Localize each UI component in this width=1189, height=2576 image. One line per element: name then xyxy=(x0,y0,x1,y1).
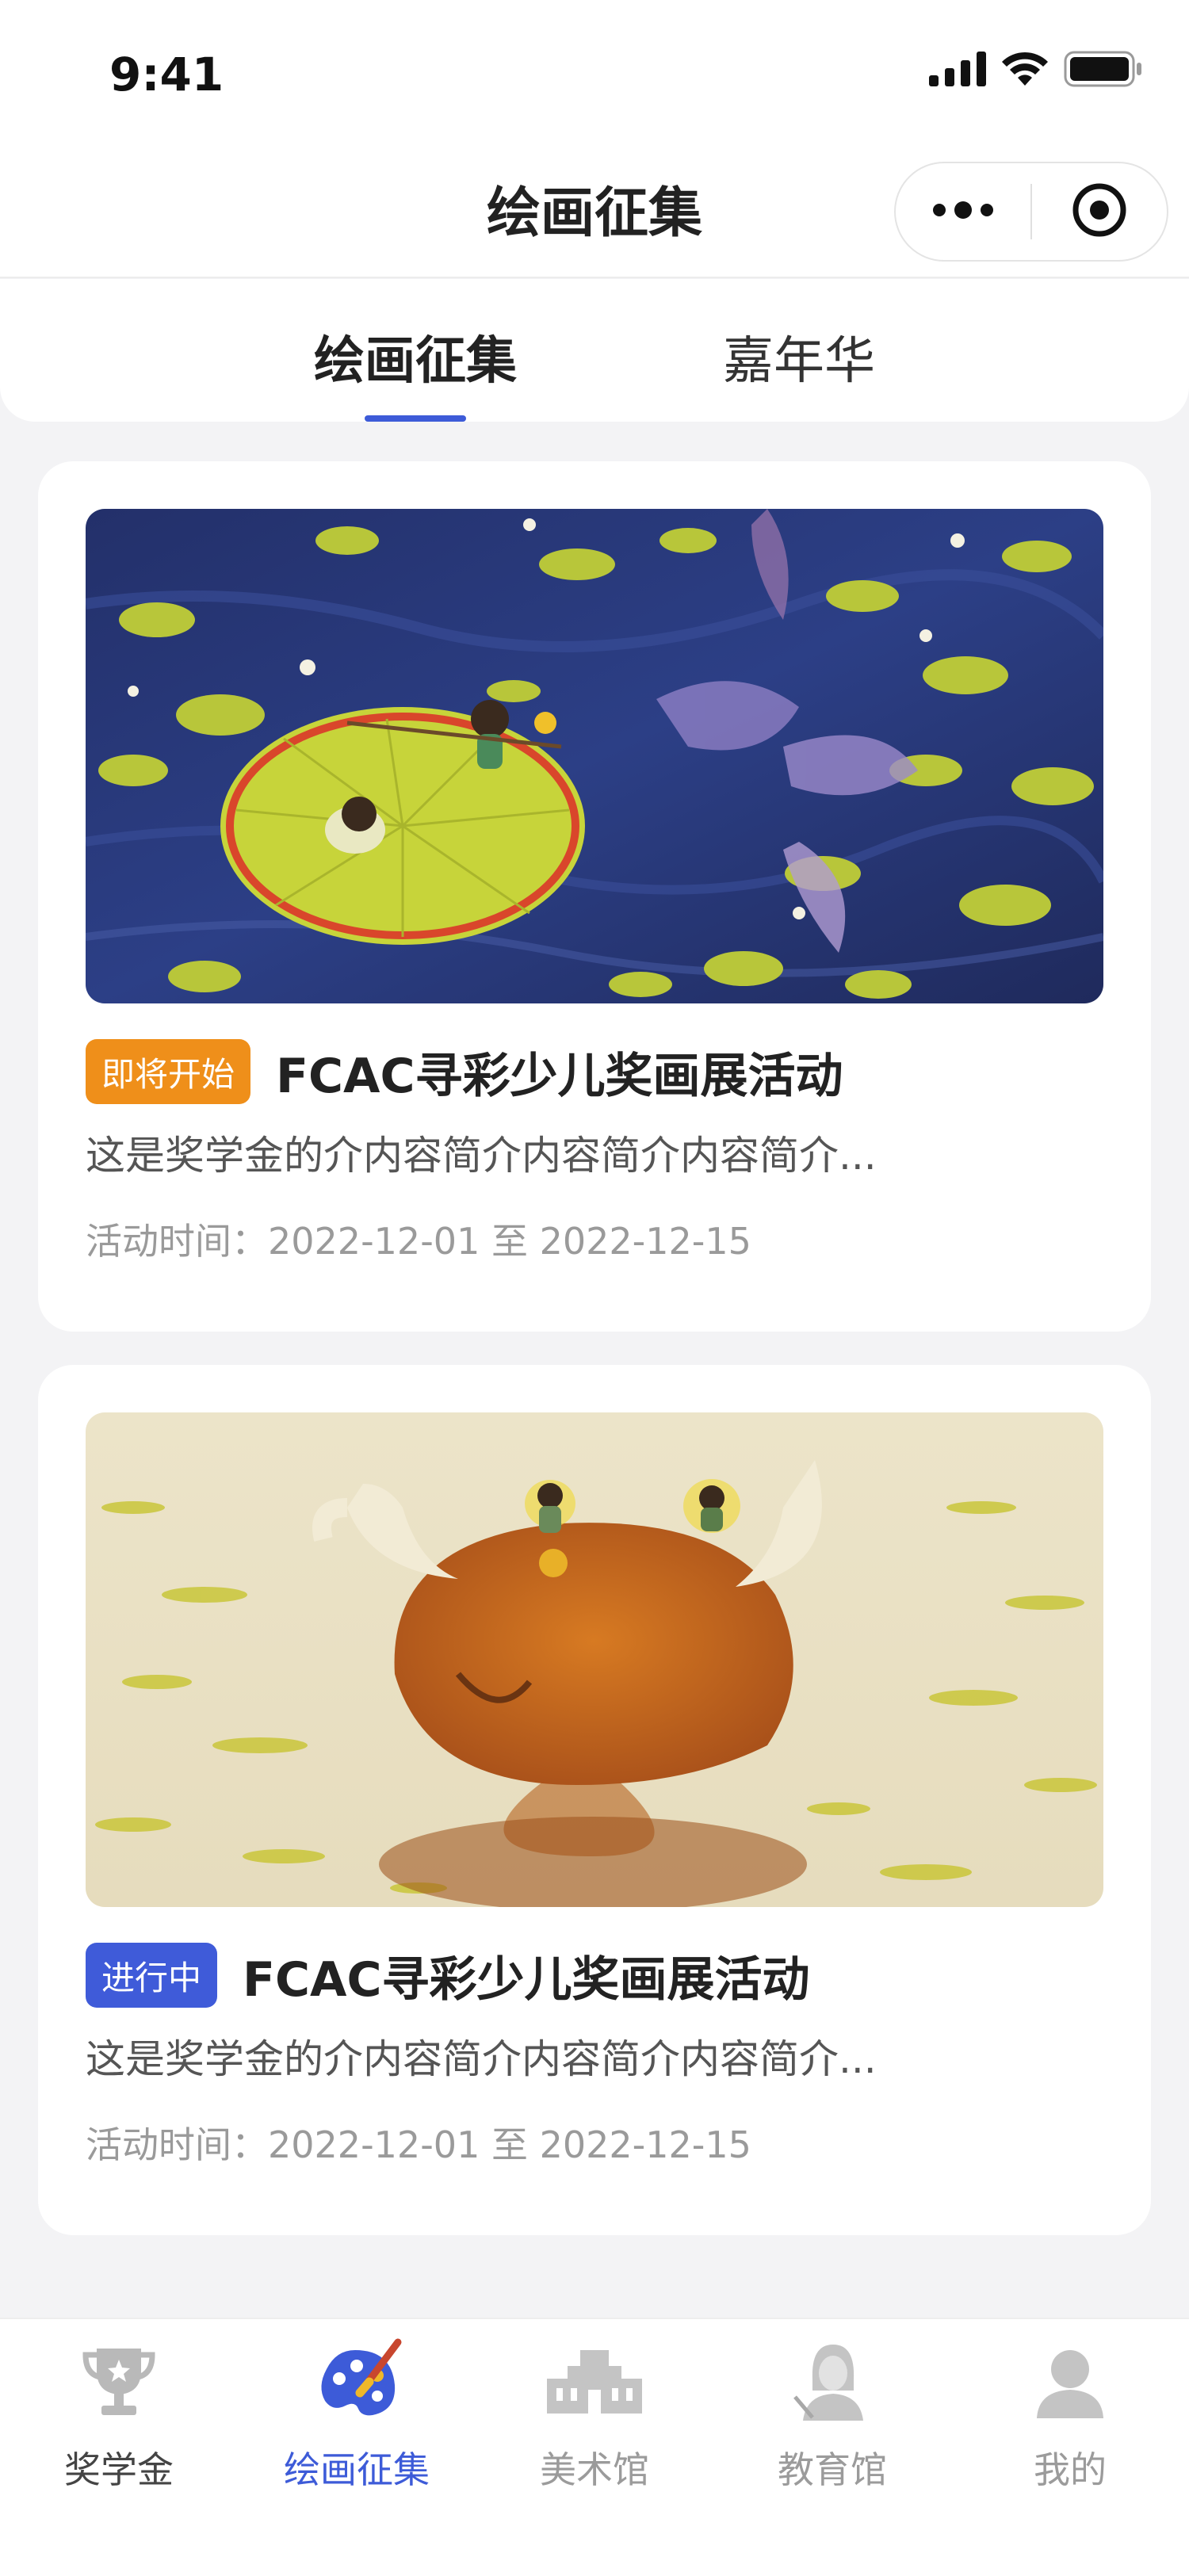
battery-icon xyxy=(1064,51,1143,90)
tabbar-item-museum[interactable]: 美术馆 xyxy=(476,2330,713,2513)
museum-icon xyxy=(539,2330,650,2433)
card-title: FCAC寻彩少儿奖画展活动 xyxy=(243,1951,810,2008)
mini-program-capsule xyxy=(894,162,1168,262)
trophy-icon xyxy=(63,2330,174,2433)
tabbar-item-education[interactable]: 教育馆 xyxy=(713,2330,951,2513)
activity-card[interactable]: 即将开始 FCAC寻彩少儿奖画展活动 这是奖学金的介内容简介内容简介内容简介..… xyxy=(38,461,1151,1332)
tabbar-item-painting[interactable]: 绘画征集 xyxy=(238,2330,476,2513)
tab-active-indicator xyxy=(365,415,466,422)
card-title: FCAC寻彩少儿奖画展活动 xyxy=(276,1048,843,1104)
card-title-row: 进行中 FCAC寻彩少儿奖画展活动 xyxy=(86,1942,810,2008)
nav-bar: 绘画征集 xyxy=(0,151,1189,278)
card-time: 活动时间：2022-12-01 至 2022-12-15 xyxy=(86,1220,751,1263)
tab-label: 绘画征集 xyxy=(314,332,517,391)
status-bar: 9:41 xyxy=(0,0,1189,151)
nav-divider xyxy=(0,277,1189,278)
tab-label: 嘉年华 xyxy=(723,332,875,391)
activity-image[interactable] xyxy=(86,1412,1103,1907)
more-button[interactable] xyxy=(896,163,1030,260)
status-time: 9:41 xyxy=(109,48,224,101)
signal-icon xyxy=(929,52,986,90)
card-description: 这是奖学金的介内容简介内容简介内容简介... xyxy=(86,1133,877,1179)
tabbar-label: 教育馆 xyxy=(778,2448,887,2491)
bottom-tab-bar: 奖学金 绘画征集 美术馆 教育馆 我的 xyxy=(0,2318,1189,2576)
card-title-row: 即将开始 FCAC寻彩少儿奖画展活动 xyxy=(86,1038,843,1105)
tab-painting-collection[interactable]: 绘画征集 xyxy=(306,279,525,422)
close-miniprogram-button[interactable] xyxy=(1032,163,1167,260)
status-badge: 进行中 xyxy=(86,1943,218,2008)
activity-card[interactable]: 进行中 FCAC寻彩少儿奖画展活动 这是奖学金的介内容简介内容简介内容简介...… xyxy=(38,1365,1151,2235)
tab-carnival[interactable]: 嘉年华 xyxy=(698,279,900,422)
user-icon xyxy=(1015,2330,1126,2433)
target-icon xyxy=(1071,182,1128,242)
card-time: 活动时间：2022-12-01 至 2022-12-15 xyxy=(86,2123,751,2166)
more-icon xyxy=(931,201,995,223)
card-description: 这是奖学金的介内容简介内容简介内容简介... xyxy=(86,2036,877,2082)
palette-icon xyxy=(301,2330,412,2433)
tabbar-label: 奖学金 xyxy=(64,2448,174,2491)
tabbar-item-profile[interactable]: 我的 xyxy=(951,2330,1189,2513)
tabbar-item-scholarship[interactable]: 奖学金 xyxy=(0,2330,238,2513)
wifi-icon xyxy=(1000,51,1049,90)
status-badge: 即将开始 xyxy=(86,1039,251,1104)
category-tabs: 绘画征集 嘉年华 xyxy=(0,279,1189,422)
activity-image[interactable] xyxy=(86,509,1103,1003)
tabbar-label: 我的 xyxy=(1034,2448,1107,2491)
tabbar-label: 美术馆 xyxy=(540,2448,649,2491)
status-icons xyxy=(929,51,1143,90)
teacher-icon xyxy=(777,2330,888,2433)
tabbar-label: 绘画征集 xyxy=(284,2448,430,2491)
